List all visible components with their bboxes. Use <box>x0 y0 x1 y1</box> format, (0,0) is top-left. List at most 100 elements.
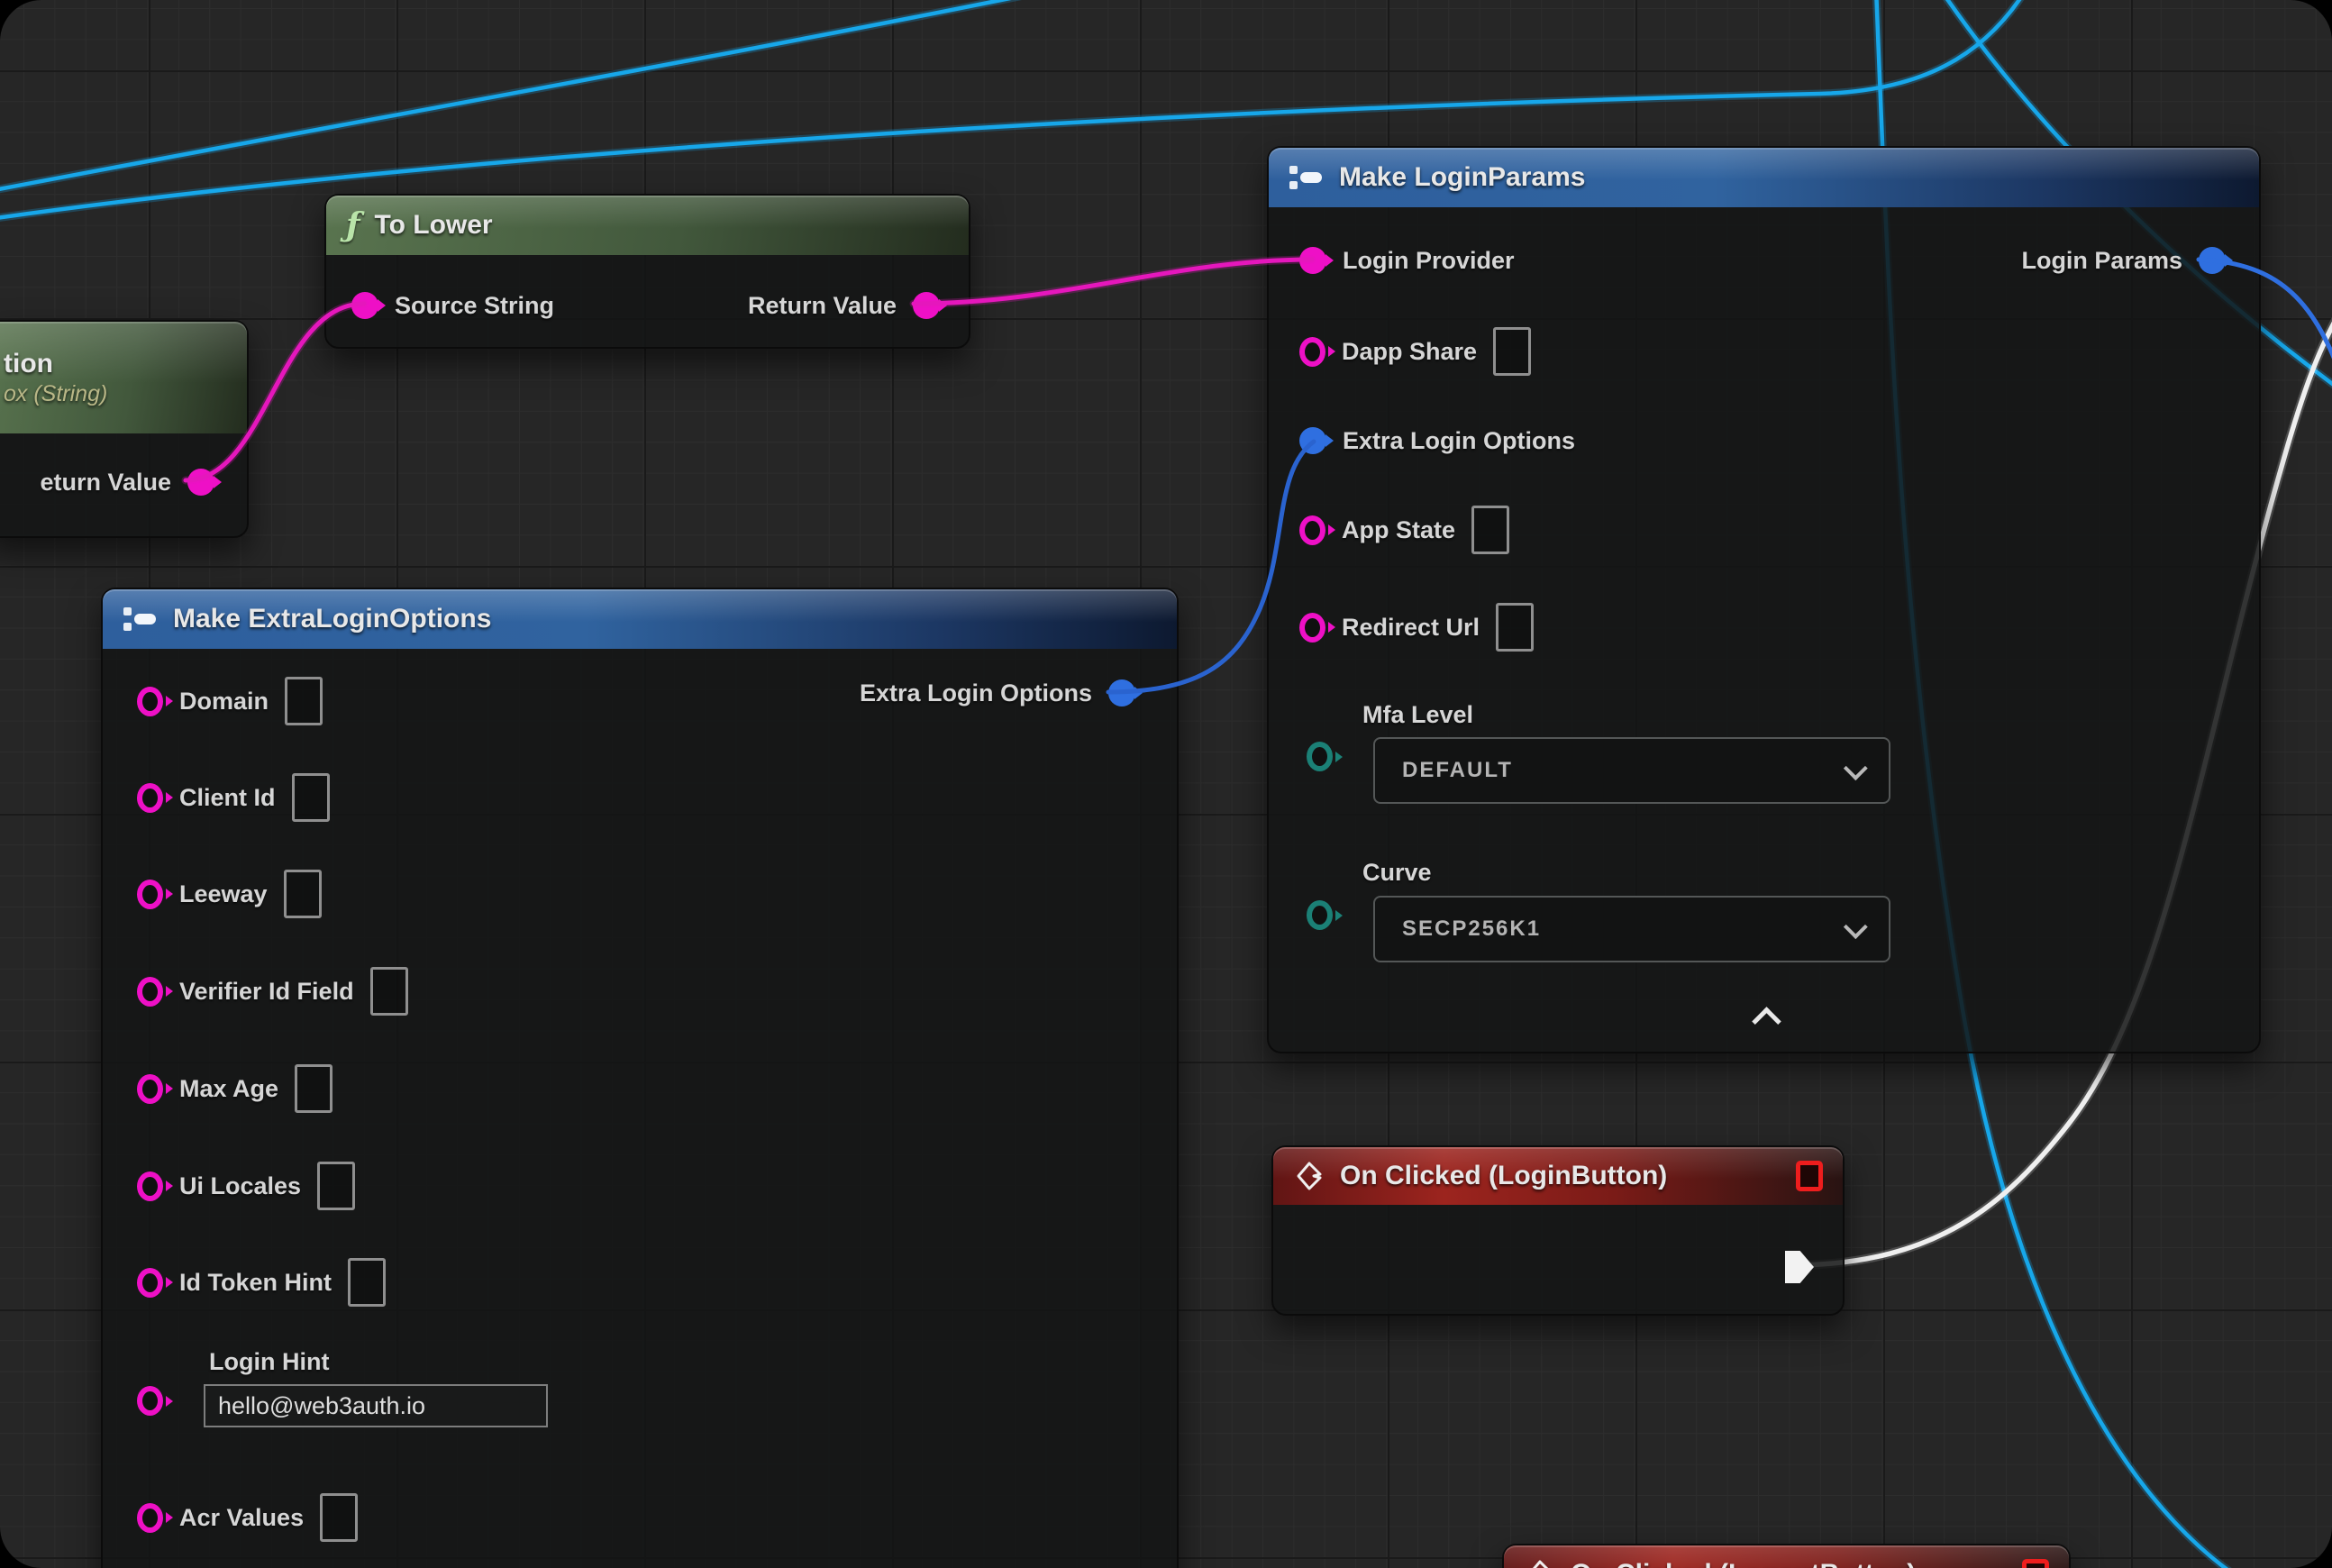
verifier-id-field-pin[interactable] <box>137 977 163 1007</box>
acr-values-checkbox[interactable] <box>320 1493 358 1542</box>
pin-label: Verifier Id Field <box>179 978 354 1006</box>
pin-label: Return Value <box>748 292 897 320</box>
exec-output-pin[interactable] <box>1785 1251 1814 1283</box>
mfa-level-value: DEFAULT <box>1402 758 1513 783</box>
ui-locales-checkbox[interactable] <box>317 1162 355 1210</box>
login-hint-label: Login Hint <box>209 1348 329 1376</box>
domain-pin[interactable] <box>137 687 163 716</box>
pin-label: Leeway <box>179 880 268 908</box>
to-lower-header: ƒ To Lower <box>326 196 969 255</box>
pin-row-client-id: Client Id <box>137 770 330 825</box>
to-lower-title: To Lower <box>375 210 493 241</box>
pin-row-ui-locales: Ui Locales <box>137 1159 355 1213</box>
pin-label: Client Id <box>179 784 276 812</box>
pin-row-source-string: Source String <box>351 278 554 333</box>
collapse-node-button[interactable] <box>1752 1007 1781 1036</box>
pin-row-id-token-hint: Id Token Hint <box>137 1255 386 1309</box>
node-make-extra-login-options[interactable]: Make ExtraLoginOptions Extra Login Optio… <box>101 588 1179 1568</box>
extra-login-options-output-pin[interactable] <box>1108 679 1135 707</box>
pin-label: Id Token Hint <box>179 1269 332 1297</box>
pin-row-domain: Domain <box>137 674 323 728</box>
dapp-share-pin[interactable] <box>1299 337 1325 367</box>
id-token-hint-pin[interactable] <box>137 1268 163 1298</box>
on-clicked-login-title: On Clicked (LoginButton) <box>1340 1161 1667 1191</box>
curve-label: Curve <box>1362 859 1432 887</box>
login-params-output-pin[interactable] <box>2199 247 2226 274</box>
mfa-level-pin[interactable] <box>1307 742 1333 771</box>
login-hint-pin[interactable] <box>137 1386 163 1416</box>
domain-checkbox[interactable] <box>285 677 323 725</box>
source-string-pin[interactable] <box>351 292 378 319</box>
pin-row-extra-login-options-out: Extra Login Options <box>860 666 1135 720</box>
make-struct-icon <box>123 606 159 633</box>
pin-row-dapp-share: Dapp Share <box>1299 324 1531 378</box>
id-token-hint-checkbox[interactable] <box>348 1258 386 1307</box>
pin-label: Acr Values <box>179 1504 304 1532</box>
mfa-level-label: Mfa Level <box>1362 701 1473 729</box>
pin-label: Domain <box>179 688 269 716</box>
pin-row-return-value: Return Value <box>748 278 940 333</box>
dapp-share-checkbox[interactable] <box>1493 327 1531 376</box>
pin-row-app-state: App State <box>1299 503 1509 557</box>
pin-row-return-value-partial: eturn Value <box>40 455 214 509</box>
partial-function-header: tion ox (String) <box>0 322 247 433</box>
login-hint-value: hello@web3auth.io <box>218 1392 425 1420</box>
pin-row-verifier-id-field: Verifier Id Field <box>137 964 408 1018</box>
event-icon <box>1524 1558 1556 1568</box>
pin-row-login-params-out: Login Params <box>2021 233 2226 287</box>
node-to-lower[interactable]: ƒ To Lower Source String Return Value <box>324 194 970 349</box>
leeway-pin[interactable] <box>137 880 163 909</box>
partial-function-title: tion <box>4 349 53 379</box>
event-icon <box>1293 1160 1325 1192</box>
verifier-id-field-checkbox[interactable] <box>370 967 408 1016</box>
curve-pin[interactable] <box>1307 900 1333 930</box>
node-on-clicked-logout-button[interactable]: On Clicked (LogoutButton) <box>1502 1544 2071 1568</box>
client-id-pin[interactable] <box>137 783 163 813</box>
acr-values-pin[interactable] <box>137 1503 163 1533</box>
pin-row-redirect-url: Redirect Url <box>1299 600 1534 654</box>
redirect-url-pin[interactable] <box>1299 613 1325 643</box>
make-login-params-title: Make LoginParams <box>1339 162 1585 193</box>
partial-function-subtitle: ox (String) <box>4 381 107 407</box>
client-id-checkbox[interactable] <box>292 773 330 822</box>
max-age-checkbox[interactable] <box>295 1064 332 1113</box>
extra-login-options-input-pin[interactable] <box>1299 427 1326 454</box>
return-value-pin[interactable] <box>187 469 214 496</box>
max-age-pin[interactable] <box>137 1074 163 1104</box>
pin-label: App State <box>1342 516 1455 544</box>
screenshot-frame: tion ox (String) eturn Value ƒ To Lower … <box>0 0 2332 1568</box>
curve-dropdown[interactable]: SECP256K1 <box>1373 896 1890 962</box>
app-state-checkbox[interactable] <box>1471 506 1509 554</box>
node-partial-function[interactable]: tion ox (String) eturn Value <box>0 320 249 538</box>
pin-label: Max Age <box>179 1075 278 1103</box>
pin-row-max-age: Max Age <box>137 1062 332 1116</box>
make-login-params-header: Make LoginParams <box>1269 148 2259 207</box>
pin-label: Dapp Share <box>1342 338 1477 366</box>
node-make-login-params[interactable]: Make LoginParams Login Params Login Prov… <box>1267 146 2261 1053</box>
pin-row-extra-login-options-in: Extra Login Options <box>1299 414 1575 468</box>
node-on-clicked-login-button[interactable]: On Clicked (LoginButton) <box>1271 1145 1845 1316</box>
login-hint-input[interactable]: hello@web3auth.io <box>204 1384 548 1427</box>
function-icon: ƒ <box>346 209 360 242</box>
pin-label: eturn Value <box>40 469 171 497</box>
leeway-checkbox[interactable] <box>284 870 322 918</box>
app-state-pin[interactable] <box>1299 515 1325 545</box>
chevron-down-icon <box>1844 915 1868 939</box>
on-clicked-logout-header: On Clicked (LogoutButton) <box>1504 1545 2069 1568</box>
curve-value: SECP256K1 <box>1402 916 1541 942</box>
redirect-url-checkbox[interactable] <box>1496 603 1534 652</box>
make-struct-icon <box>1289 164 1325 191</box>
pin-label: Ui Locales <box>179 1172 301 1200</box>
on-clicked-login-header: On Clicked (LoginButton) <box>1273 1147 1843 1205</box>
event-bind-red-icon <box>1796 1161 1823 1191</box>
blueprint-graph-canvas[interactable]: tion ox (String) eturn Value ƒ To Lower … <box>0 0 2332 1568</box>
pin-label: Source String <box>395 292 554 320</box>
pin-label: Extra Login Options <box>1343 427 1575 455</box>
login-provider-pin[interactable] <box>1299 247 1326 274</box>
ui-locales-pin[interactable] <box>137 1171 163 1201</box>
mfa-level-dropdown[interactable]: DEFAULT <box>1373 737 1890 804</box>
pin-row-leeway: Leeway <box>137 867 322 921</box>
chevron-down-icon <box>1844 756 1868 780</box>
return-value-pin[interactable] <box>913 292 940 319</box>
pin-label: Login Params <box>2021 247 2182 275</box>
